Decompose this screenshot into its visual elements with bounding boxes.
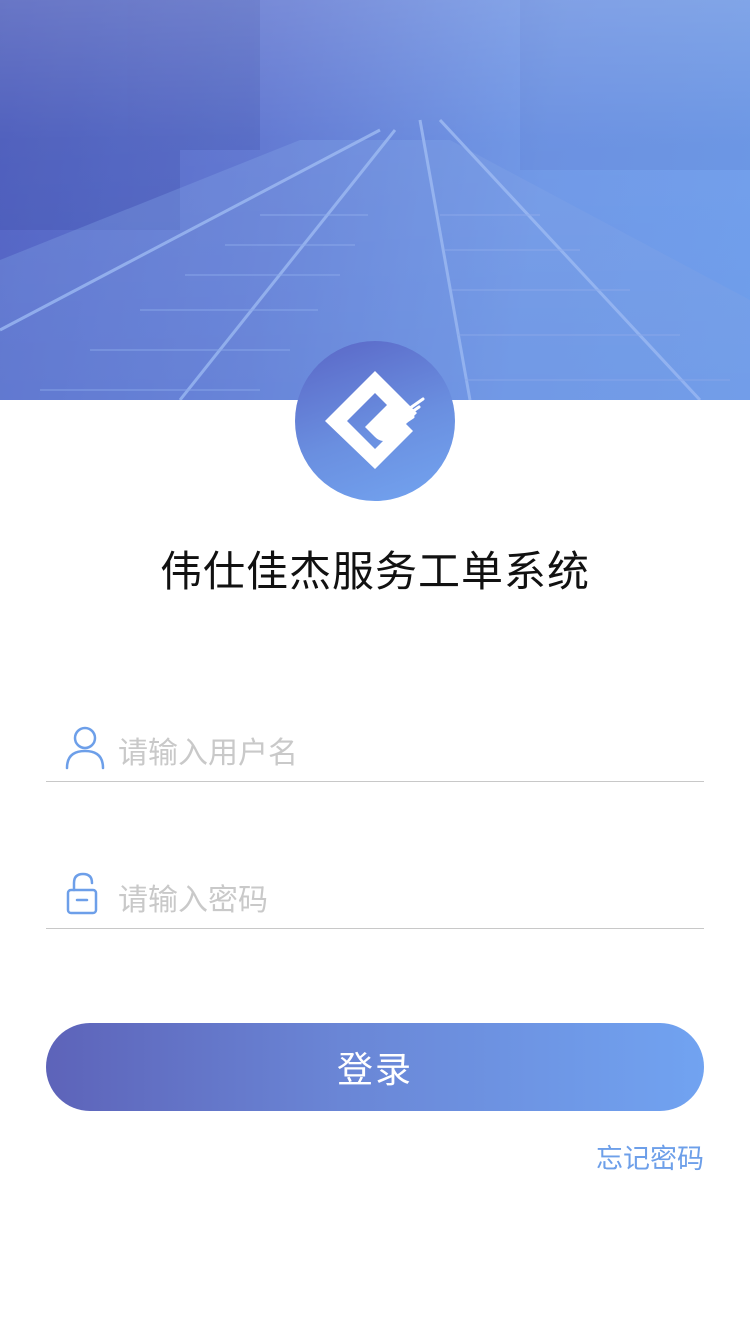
- e-ticket-logo-icon: [325, 371, 425, 469]
- login-button[interactable]: 登录: [46, 1023, 704, 1111]
- forgot-password-link[interactable]: 忘记密码: [596, 1137, 704, 1176]
- username-field[interactable]: [46, 712, 704, 782]
- lock-icon: [64, 871, 106, 917]
- header-banner-image: [0, 0, 750, 400]
- app-logo: [295, 341, 455, 501]
- login-button-label: 登录: [336, 1050, 413, 1091]
- password-input[interactable]: [118, 877, 678, 923]
- password-field[interactable]: [46, 859, 704, 929]
- username-input[interactable]: [118, 730, 678, 776]
- app-title: 伟仕佳杰服务工单系统: [159, 547, 590, 596]
- railway-track-illustration: [0, 0, 750, 400]
- user-icon: [64, 724, 106, 770]
